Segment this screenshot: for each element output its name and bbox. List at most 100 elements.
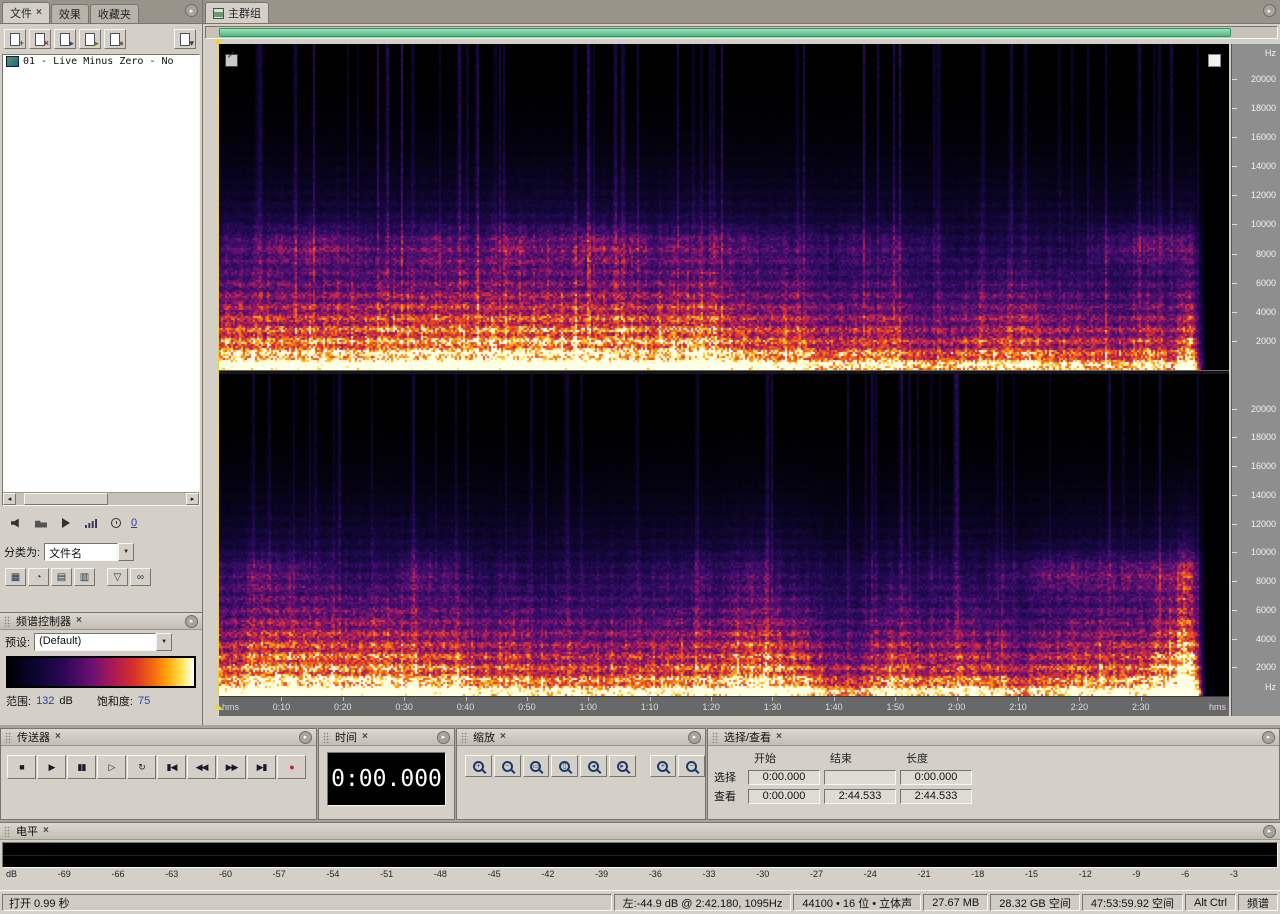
preview-volume-button[interactable] (81, 514, 101, 532)
preset-dropdown[interactable]: (Default) ▼ (34, 633, 173, 651)
files-panel-menu-button[interactable]: ▸ (185, 4, 198, 17)
go-to-start-button[interactable]: ▮◀ (157, 755, 186, 779)
view-field-2[interactable]: 2:44.533 (900, 788, 972, 804)
tab-effects[interactable]: 效果 (50, 4, 89, 23)
main-hscrollbar[interactable] (205, 26, 1278, 39)
autoplay-count[interactable]: 0 (131, 517, 137, 529)
zoom-out-vertical-button[interactable]: − (678, 755, 705, 777)
selection-field-2[interactable]: 0:00.000 (900, 769, 972, 785)
insert-into-multitrack-button[interactable]: ▸ (79, 29, 101, 49)
time-display[interactable]: 0:00.000 (327, 752, 446, 806)
scroll-thumb[interactable] (24, 493, 108, 505)
spectral-colormap-gradient[interactable] (8, 658, 194, 686)
zoom-in-horizontal-button[interactable]: + (465, 755, 492, 777)
zoom-close-icon[interactable]: × (500, 732, 506, 742)
zoom-full-button[interactable]: ▭ (522, 755, 550, 777)
show-audio-files-button[interactable]: ▤ (51, 568, 72, 586)
levels-menu-button[interactable]: ▸ (1263, 824, 1276, 838)
timeline-ruler[interactable]: hms hms 0:10 0:20 0:30 0:40 0:50 1:00 1:10 1:20 1:… (219, 696, 1229, 716)
selection-view-titlebar: 选择/查看 × ▸ (708, 729, 1279, 746)
go-to-end-button[interactable]: ▶▮ (247, 755, 276, 779)
level-meter[interactable] (2, 842, 1278, 868)
file-list[interactable]: 01 - Live Minus Zero - No ◂ ▸ (2, 54, 200, 506)
view-field-1[interactable]: 2:44.533 (824, 788, 896, 804)
spectral-controls-close-icon[interactable]: × (76, 616, 82, 626)
close-file-button[interactable]: × (29, 29, 51, 49)
spectral-controls-menu-button[interactable]: ▸ (185, 614, 198, 628)
toggle-recent-button[interactable]: ◔ (28, 568, 49, 586)
zoom-in-vertical-button[interactable]: + (649, 755, 677, 777)
autoplay-button[interactable] (6, 514, 26, 532)
show-loops-button[interactable]: ∞ (130, 568, 151, 586)
spectrogram-left-channel[interactable] (219, 44, 1229, 370)
file-list-hscrollbar[interactable]: ◂ ▸ (3, 492, 199, 505)
playhead-line[interactable] (218, 44, 219, 696)
selection-view-close-icon[interactable]: × (776, 732, 782, 742)
zoom-selection-right-button[interactable]: ▸ (608, 755, 636, 777)
selection-field-0[interactable]: 0:00.000 (748, 769, 820, 785)
loop-play-button[interactable]: ↻ (127, 755, 156, 779)
view-mode: 频谱 (1238, 894, 1278, 911)
zoom-out-horizontal-button[interactable]: − (493, 755, 521, 777)
frequency-tick-mark (1232, 108, 1237, 110)
open-folder-button[interactable] (31, 514, 51, 532)
rewind-button[interactable]: ◀◀ (187, 755, 216, 779)
main-panel-menu-button[interactable]: ▸ (1263, 4, 1276, 17)
frequency-tick-label: 10000 (1250, 547, 1276, 558)
pause-button[interactable]: ▮▮ (67, 755, 96, 779)
time-close-icon[interactable]: × (362, 732, 368, 742)
levels-close-icon[interactable]: × (43, 826, 49, 836)
playhead-top-marker[interactable] (213, 39, 223, 45)
time-titlebar: 时间 × ▸ (319, 729, 454, 746)
range-value[interactable]: 132 (36, 695, 54, 707)
tab-favorites[interactable]: 收藏夹 (89, 4, 139, 23)
dropdown-arrow-icon[interactable]: ▼ (118, 543, 135, 561)
spectral-topright-icon[interactable] (1208, 54, 1221, 67)
preview-play-button[interactable] (56, 514, 76, 532)
selection-view-panel: 选择/查看 × ▸ 开始 结束 长度 选择 0:00.000 0:00.000 查看 0:00.0… (707, 728, 1280, 820)
play-button[interactable]: ▶ (37, 755, 66, 779)
close-tab-icon[interactable]: × (36, 8, 42, 18)
playhead-bottom-marker[interactable] (213, 704, 223, 710)
scroll-right-icon[interactable]: ▸ (186, 493, 199, 505)
record-button[interactable]: ● (277, 755, 306, 779)
main-hscroll-thumb[interactable] (219, 28, 1231, 37)
transport-close-icon[interactable]: × (55, 732, 61, 742)
toggle-list-view-button[interactable]: ▦ (5, 568, 26, 586)
frequency-ruler[interactable]: Hz 20000 18000 16000 14000 12000 10000 8000 6000… (1231, 44, 1280, 716)
sort-by-dropdown[interactable]: 文件名 ▼ (44, 543, 135, 561)
fast-forward-button[interactable]: ▶▶ (217, 755, 246, 779)
view-field-0[interactable]: 0:00.000 (748, 788, 820, 804)
preset-label: 预设: (5, 637, 31, 649)
dropdown-arrow-icon[interactable]: ▼ (156, 633, 173, 651)
zoom-selection-button[interactable]: ▯ (551, 755, 578, 777)
time-unit-label-right: hms (1208, 702, 1226, 712)
insert-into-cd-button[interactable]: ● (104, 29, 126, 49)
zoom-selection-left-button[interactable]: ◂ (580, 755, 607, 777)
tab-main-group[interactable]: 主群组 (205, 2, 269, 23)
tab-files[interactable]: 文件 × (2, 2, 50, 23)
play-from-cursor-button[interactable]: ▷ (97, 755, 126, 779)
time-tick-label: 1:20 (702, 702, 720, 712)
filter-options-button[interactable]: ▽ (107, 568, 128, 586)
saturation-value[interactable]: 75 (138, 695, 150, 707)
edit-file-button[interactable]: ▸ (54, 29, 76, 49)
preview-timer-button[interactable] (106, 514, 126, 532)
zoom-sign: ▸ (620, 763, 624, 770)
scroll-track[interactable] (16, 493, 186, 505)
dock-options-button[interactable]: ▾ (174, 29, 196, 49)
transport-menu-button[interactable]: ▸ (299, 730, 312, 744)
scroll-left-icon[interactable]: ◂ (3, 493, 16, 505)
spectral-topleft-icon[interactable] (225, 54, 238, 67)
stop-button[interactable]: ■ (7, 755, 36, 779)
show-video-files-button[interactable]: ▥ (74, 568, 95, 586)
time-menu-button[interactable]: ▸ (437, 730, 450, 744)
file-list-item[interactable]: 01 - Live Minus Zero - No (3, 55, 199, 68)
selection-view-menu-button[interactable]: ▸ (1262, 730, 1275, 744)
file-list-items: 01 - Live Minus Zero - No (3, 55, 199, 68)
selection-field-1[interactable] (824, 769, 896, 785)
icon-mark: + (18, 38, 24, 48)
spectrogram-right-channel[interactable] (219, 374, 1229, 696)
zoom-menu-button[interactable]: ▸ (688, 730, 701, 744)
import-file-button[interactable]: + (4, 29, 26, 49)
